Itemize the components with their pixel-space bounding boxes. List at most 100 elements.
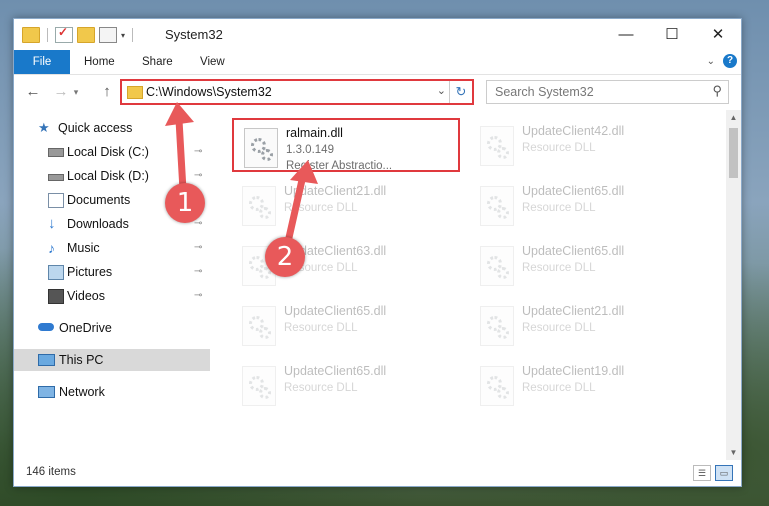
status-bar: 146 items ☰ ▭ bbox=[14, 460, 741, 486]
recent-locations-button[interactable]: ▾ bbox=[70, 81, 82, 103]
file-description: Resource DLL bbox=[522, 202, 596, 214]
expand-ribbon-icon[interactable]: ⌄ bbox=[707, 56, 715, 67]
file-description: Resource DLL bbox=[284, 202, 358, 214]
pictures-icon bbox=[48, 265, 64, 280]
sidebar-item-music[interactable]: ♪ Music ⊸ bbox=[14, 237, 210, 259]
tab-view[interactable]: View bbox=[200, 50, 225, 74]
sidebar-item-pictures[interactable]: Pictures ⊸ bbox=[14, 261, 210, 283]
file-tile[interactable]: UpdateClient65.dll Resource DLL bbox=[232, 298, 460, 352]
download-icon: ↓ bbox=[48, 215, 56, 232]
chevron-down-icon[interactable]: ⌄ bbox=[437, 84, 446, 97]
sidebar-item-local-disk-c[interactable]: Local Disk (C:) ⊸ bbox=[14, 141, 210, 163]
sidebar-item-this-pc[interactable]: This PC bbox=[14, 349, 210, 371]
navigation-bar: ← → ▾ ↑ C:\Windows\System32 ⌄ ↻ Search S… bbox=[14, 75, 741, 109]
close-button[interactable]: ✕ bbox=[695, 19, 741, 50]
dll-file-icon bbox=[242, 186, 276, 226]
address-path[interactable]: C:\Windows\System32 bbox=[146, 85, 272, 99]
tab-home[interactable]: Home bbox=[84, 50, 115, 74]
sidebar-item-label: Local Disk (D:) bbox=[67, 169, 149, 183]
window-title: System32 bbox=[165, 27, 223, 42]
maximize-button[interactable]: ☐ bbox=[649, 19, 695, 50]
help-icon[interactable]: ? bbox=[723, 54, 737, 68]
file-name: UpdateClient65.dll bbox=[284, 304, 387, 318]
file-tile-ralmain[interactable]: ralmain.dll 1.3.0.149 Register Abstracti… bbox=[232, 118, 460, 172]
explorer-window: ▾ System32 — ☐ ✕ File Home Share View ⌄ … bbox=[13, 18, 742, 487]
dll-file-icon bbox=[480, 186, 514, 226]
pin-icon[interactable]: ⊸ bbox=[194, 141, 202, 163]
cloud-icon bbox=[38, 323, 54, 331]
toolbar-divider bbox=[47, 28, 48, 42]
file-description: Resource DLL bbox=[284, 382, 358, 394]
address-bar[interactable]: C:\Windows\System32 ⌄ ↻ bbox=[120, 79, 474, 105]
minimize-button[interactable]: — bbox=[603, 19, 649, 50]
file-tile[interactable]: UpdateClient19.dll Resource DLL bbox=[470, 358, 698, 412]
tab-file[interactable]: File bbox=[14, 50, 70, 74]
file-tile[interactable]: UpdateClient65.dll Resource DLL bbox=[470, 178, 698, 232]
star-icon: ★ bbox=[38, 120, 50, 135]
search-icon[interactable]: ⚲ bbox=[712, 83, 722, 99]
file-name: ralmain.dll bbox=[286, 126, 343, 140]
details-view-icon[interactable]: ☰ bbox=[693, 465, 711, 481]
new-folder-icon[interactable] bbox=[77, 27, 95, 43]
file-name: UpdateClient19.dll bbox=[522, 364, 625, 378]
file-description: Register Abstractio... bbox=[286, 160, 393, 172]
file-tile[interactable]: UpdateClient65.dll Resource DLL bbox=[232, 358, 460, 412]
file-name: UpdateClient65.dll bbox=[522, 184, 625, 198]
pin-icon[interactable]: ⊸ bbox=[194, 237, 202, 259]
folder-icon bbox=[127, 86, 143, 99]
dll-file-icon bbox=[242, 306, 276, 346]
scroll-up-icon[interactable]: ▲ bbox=[726, 110, 741, 125]
customize-toolbar-icon[interactable] bbox=[99, 27, 117, 43]
scrollbar-thumb[interactable] bbox=[729, 128, 738, 178]
videos-icon bbox=[48, 289, 64, 304]
file-description: Resource DLL bbox=[522, 322, 596, 334]
navigation-pane: ★ Quick access Local Disk (C:) ⊸ Local D… bbox=[14, 115, 210, 460]
sidebar-item-network[interactable]: Network bbox=[14, 381, 210, 403]
scroll-down-icon[interactable]: ▼ bbox=[726, 445, 741, 460]
dll-file-icon bbox=[480, 126, 514, 166]
file-tile[interactable]: UpdateClient21.dll Resource DLL bbox=[232, 178, 460, 232]
sidebar-item-label: Downloads bbox=[67, 217, 129, 231]
sidebar-item-onedrive[interactable]: OneDrive bbox=[14, 317, 210, 339]
ribbon-tabs: File Home Share View ⌄ ? bbox=[14, 50, 741, 75]
pin-icon[interactable]: ⊸ bbox=[194, 165, 202, 187]
documents-icon bbox=[48, 193, 64, 208]
title-bar: ▾ System32 — ☐ ✕ bbox=[14, 19, 741, 50]
file-version: 1.3.0.149 bbox=[286, 144, 334, 156]
file-tile[interactable]: UpdateClient65.dll Resource DLL bbox=[470, 238, 698, 292]
sidebar-item-label: Pictures bbox=[67, 265, 113, 279]
file-list: ralmain.dll 1.3.0.149 Register Abstracti… bbox=[210, 110, 726, 460]
sidebar-item-label: Quick access bbox=[58, 121, 133, 135]
chevron-down-icon[interactable]: ▾ bbox=[121, 31, 125, 40]
pin-icon[interactable]: ⊸ bbox=[194, 261, 202, 283]
tab-share[interactable]: Share bbox=[142, 50, 173, 74]
pin-icon[interactable]: ⊸ bbox=[194, 285, 202, 307]
file-tile[interactable]: UpdateClient21.dll Resource DLL bbox=[470, 298, 698, 352]
refresh-button[interactable]: ↻ bbox=[449, 81, 472, 103]
sidebar-item-label: This PC bbox=[59, 353, 104, 367]
dll-file-icon bbox=[480, 306, 514, 346]
sidebar-item-label: OneDrive bbox=[59, 321, 112, 335]
dll-file-icon bbox=[244, 128, 278, 168]
file-tile[interactable]: UpdateClient42.dll Resource DLL bbox=[470, 118, 698, 172]
search-placeholder: Search System32 bbox=[495, 85, 594, 99]
properties-icon[interactable] bbox=[55, 25, 73, 43]
step-marker-1: 1 bbox=[165, 183, 205, 223]
file-name: UpdateClient21.dll bbox=[284, 184, 387, 198]
music-icon: ♪ bbox=[48, 240, 55, 256]
step-marker-2: 2 bbox=[265, 237, 305, 277]
forward-button[interactable]: → bbox=[50, 81, 72, 103]
quick-access-toolbar: ▾ bbox=[22, 25, 136, 45]
sidebar-item-videos[interactable]: Videos ⊸ bbox=[14, 285, 210, 307]
search-input[interactable]: Search System32 ⚲ bbox=[486, 80, 729, 104]
back-button[interactable]: ← bbox=[22, 81, 44, 103]
large-icons-view-icon[interactable]: ▭ bbox=[715, 465, 733, 481]
drive-icon bbox=[48, 148, 64, 157]
network-icon bbox=[38, 386, 55, 398]
sidebar-item-quick-access[interactable]: ★ Quick access bbox=[14, 117, 210, 139]
up-button[interactable]: ↑ bbox=[96, 81, 118, 103]
file-name: UpdateClient65.dll bbox=[522, 244, 625, 258]
sidebar-item-label: Videos bbox=[67, 289, 105, 303]
vertical-scrollbar[interactable]: ▲ ▼ bbox=[726, 110, 741, 460]
file-name: UpdateClient65.dll bbox=[284, 364, 387, 378]
